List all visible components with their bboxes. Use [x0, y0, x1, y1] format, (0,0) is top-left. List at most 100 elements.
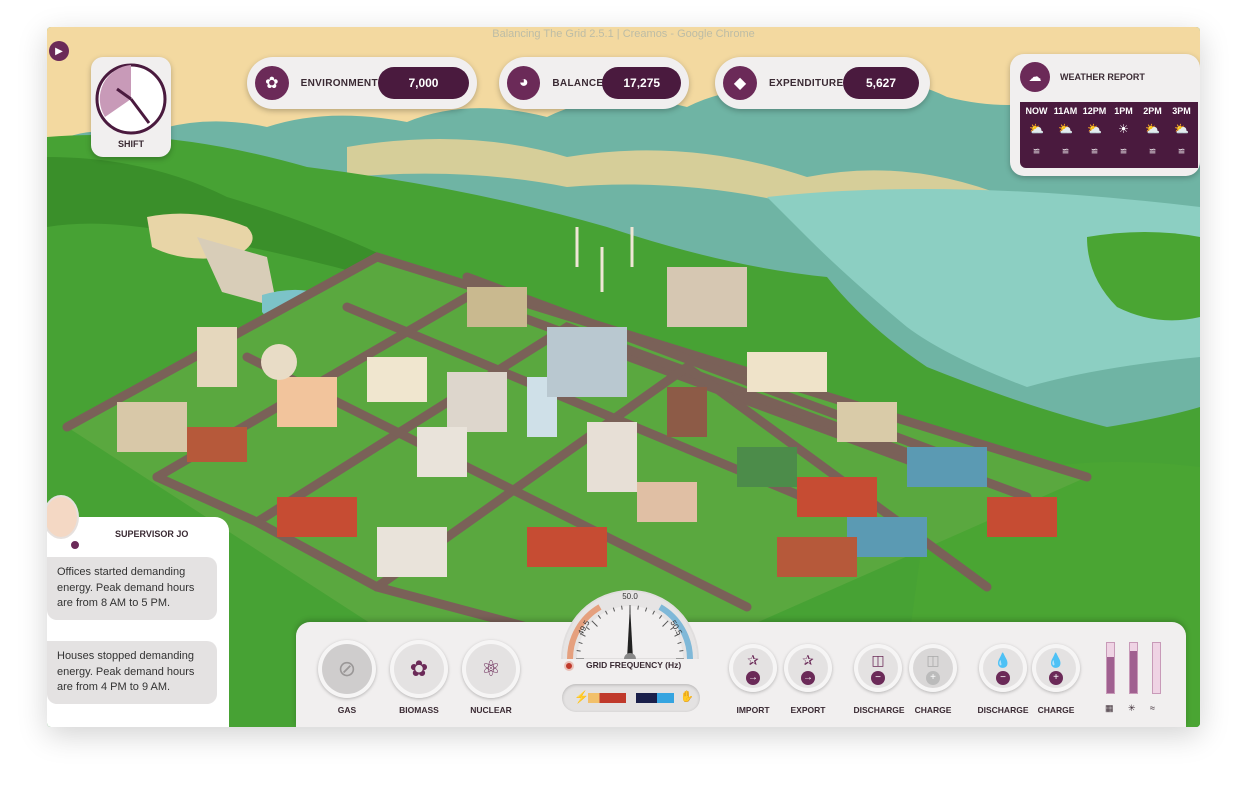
wind-icon: ≌: [1061, 146, 1070, 156]
battery-icon: ◫: [871, 651, 885, 668]
weather-forecast: NOW ⛅ ≌ 11AM ⛅ ≌ 12PM ⛅ ≌ 1PM ☀ ≌ 2PM ⛅ ≌ 3PM ⛅ ≌: [1020, 102, 1198, 168]
record-icon: [69, 539, 81, 551]
solar-level-bar: [1106, 642, 1115, 694]
export-button[interactable]: ✰ →: [784, 644, 832, 692]
hydro-level-bar: [1152, 642, 1161, 694]
supervisor-message: Offices started demanding energy. Peak d…: [47, 557, 217, 620]
nuclear-label: NUCLEAR: [470, 705, 512, 715]
gas-button[interactable]: ⊘: [318, 640, 376, 698]
import-button[interactable]: ✰ →: [729, 644, 777, 692]
forecast-time: NOW: [1025, 106, 1048, 116]
environment-stat: ✿ ENVIRONMENT 7,000: [247, 57, 477, 109]
forecast-column: 12PM ⛅ ≌: [1080, 106, 1109, 164]
grid-frequency-label: GRID FREQUENCY (Hz): [586, 660, 682, 670]
battery-charge-button[interactable]: ◫ +: [909, 644, 957, 692]
battery-discharge-label: DISCHARGE: [853, 705, 905, 715]
biomass-label: BIOMASS: [399, 705, 439, 715]
hydro-charge-label: CHARGE: [1037, 705, 1075, 715]
supervisor-name: SUPERVISOR JO: [115, 529, 189, 539]
partly-cloudy-icon: ⛅: [1058, 122, 1073, 136]
hand-icon: ✋: [680, 691, 694, 703]
alert-dot-icon: [564, 660, 574, 671]
hydro-discharge-button[interactable]: 💧 −: [979, 644, 1027, 692]
expenditure-stat: ◆ EXPENDITURE 5,627: [715, 57, 930, 109]
forecast-time: 12PM: [1082, 106, 1107, 116]
forecast-time: 3PM: [1172, 106, 1191, 116]
arrow-right-icon: →: [746, 670, 760, 685]
partly-cloudy-icon: ⛅: [1174, 122, 1189, 136]
export-map-icon: ✰: [802, 651, 814, 668]
sun-icon: ☀: [1118, 122, 1129, 136]
gas-label: GAS: [337, 705, 357, 715]
water-drop-icon: 💧: [1047, 651, 1065, 668]
minus-icon: −: [996, 670, 1010, 685]
forecast-column: 11AM ⛅ ≌: [1051, 106, 1080, 164]
arrow-right-icon: →: [801, 670, 815, 685]
wind-level-fill: [1130, 650, 1137, 693]
environment-label: ENVIRONMENT: [300, 77, 378, 89]
battery-charge-label: CHARGE: [914, 705, 952, 715]
gauge-tick: [621, 605, 623, 610]
wind-turbine-icon: ✳: [1128, 703, 1136, 713]
battery-discharge-button[interactable]: ◫ −: [854, 644, 902, 692]
supply-demand-meter: ⚡ ✋: [562, 684, 700, 712]
wind-icon: ≌: [1119, 146, 1128, 156]
wind-icon: ≌: [1148, 146, 1157, 156]
battery-icon: ◫: [926, 651, 940, 668]
hydro-charge-button[interactable]: 💧 +: [1032, 644, 1080, 692]
lightning-icon: ⚡: [574, 690, 589, 704]
leaf-icon: ✿: [255, 66, 289, 100]
supervisor-panel: SUPERVISOR JO Offices started demanding …: [47, 495, 229, 727]
wind-level-bar: [1129, 642, 1138, 694]
game-window: Balancing The Grid 2.5.1 | Creamos - Goo…: [47, 27, 1200, 727]
wind-icon: ≌: [1032, 146, 1041, 156]
forecast-time: 2PM: [1143, 106, 1162, 116]
gauge-icon: ◕: [507, 66, 541, 100]
forecast-column: NOW ⛅ ≌: [1022, 106, 1051, 164]
biomass-button[interactable]: ✿: [390, 640, 448, 698]
frequency-gauge: 50.0 49.5 50.5: [560, 590, 700, 659]
clock-face-icon: [95, 63, 167, 135]
diamond-icon: ◆: [723, 66, 757, 100]
wind-icon: ≌: [1177, 146, 1186, 156]
wave-icon: ≈: [1150, 703, 1155, 713]
clock-label: SHIFT: [118, 139, 144, 149]
water-drop-icon: 💧: [994, 651, 1012, 668]
gauge-tick: [576, 650, 581, 652]
minus-icon: −: [871, 670, 885, 685]
sound-toggle-button[interactable]: ▶: [49, 41, 69, 61]
plus-icon: +: [926, 670, 940, 685]
weather-title: WEATHER REPORT: [1060, 72, 1145, 82]
solar-panel-icon: ▦: [1105, 703, 1114, 713]
forecast-column: 3PM ⛅ ≌: [1167, 106, 1196, 164]
control-panel: ⊘ GAS ✿ BIOMASS ⚛ NUCLEAR GRID FREQUENCY…: [296, 622, 1186, 727]
forecast-column: 1PM ☀ ≌: [1109, 106, 1138, 164]
wind-icon: ≌: [1090, 146, 1099, 156]
window-title: Balancing The Grid 2.5.1 | Creamos - Goo…: [492, 28, 755, 40]
import-label: IMPORT: [736, 705, 770, 715]
hydro-discharge-label: DISCHARGE: [977, 705, 1029, 715]
weather-report-panel: ☁ WEATHER REPORT NOW ⛅ ≌ 11AM ⛅ ≌ 12PM ⛅ ≌ 1PM…: [1010, 54, 1200, 176]
export-label: EXPORT: [790, 705, 826, 715]
leaf-icon: ✿: [409, 656, 429, 681]
grid-frequency-row: GRID FREQUENCY (Hz): [564, 660, 698, 671]
balance-label: BALANCE: [552, 77, 604, 89]
forecast-column: 2PM ⛅ ≌: [1138, 106, 1167, 164]
nuclear-button[interactable]: ⚛: [462, 640, 520, 698]
partly-cloudy-icon: ⛅: [1145, 122, 1160, 136]
shift-clock: SHIFT: [91, 57, 171, 157]
solar-level-fill: [1107, 657, 1114, 693]
gauge-tick: [637, 605, 639, 610]
environment-value: 7,000: [377, 67, 469, 99]
supply-bar: [588, 693, 626, 703]
gauge-center-label: 50.0: [622, 592, 638, 601]
expenditure-label: EXPENDITURE: [769, 77, 844, 89]
expenditure-value: 5,627: [843, 67, 919, 99]
supervisor-message: Houses stopped demanding energy. Peak de…: [47, 641, 217, 704]
demand-bar: [636, 693, 674, 703]
partly-cloudy-icon: ⛅: [1087, 122, 1102, 136]
import-map-icon: ✰: [747, 651, 759, 668]
storm-cloud-icon: ☁: [1020, 62, 1050, 92]
partly-cloudy-icon: ⛅: [1029, 122, 1044, 136]
plus-icon: +: [1049, 670, 1063, 685]
